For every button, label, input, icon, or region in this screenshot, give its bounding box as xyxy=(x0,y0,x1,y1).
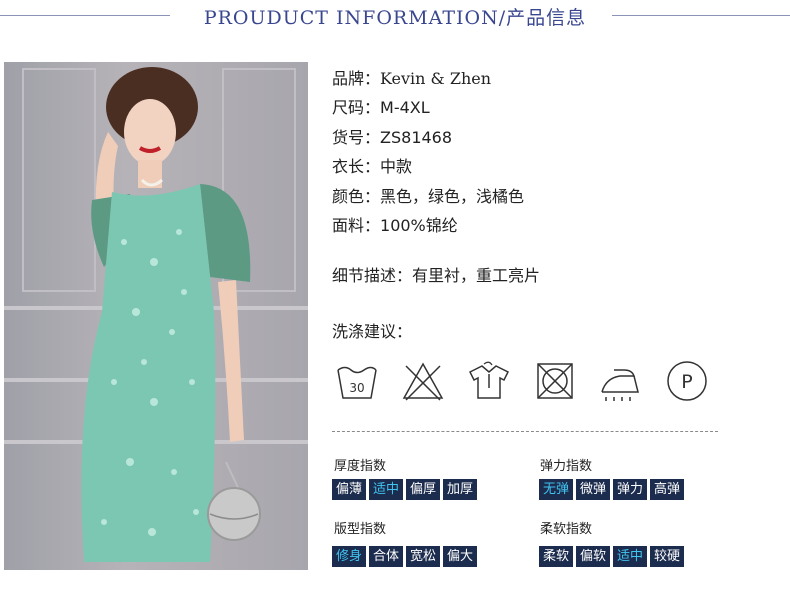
detail-description: 细节描述：有里衬，重工亮片 xyxy=(332,262,540,286)
product-photo xyxy=(4,62,308,570)
elasticity-option: 微弹 xyxy=(576,479,611,500)
hang-dry-icon xyxy=(468,361,510,399)
softness-option: 柔软 xyxy=(539,546,574,567)
info-sku-value: ZS81468 xyxy=(380,128,453,147)
fit-option: 偏大 xyxy=(443,546,478,567)
detail-key: 细节描述： xyxy=(332,266,413,285)
wash-30-icon: 30 xyxy=(337,366,377,399)
thickness-option: 偏薄 xyxy=(332,479,367,500)
elasticity-option-selected: 无弹 xyxy=(539,479,574,500)
model-illustration xyxy=(81,67,261,562)
info-brand: 品牌：Kevin & Zhen xyxy=(332,65,491,89)
softness-index-title: 柔软指数 xyxy=(540,522,593,537)
elasticity-index-title: 弹力指数 xyxy=(540,459,593,474)
elasticity-index-options: 无弹 微弹 弹力 高弹 xyxy=(539,479,685,500)
softness-option: 偏软 xyxy=(576,546,611,567)
info-size: 尺码：M-4XL xyxy=(332,94,430,118)
thickness-option-selected: 适中 xyxy=(369,479,404,500)
info-brand-key: 品牌： xyxy=(332,69,381,88)
thickness-index-options: 偏薄 适中 偏厚 加厚 xyxy=(332,479,478,500)
info-size-key: 尺码： xyxy=(332,98,381,117)
dry-clean-letter: P xyxy=(681,371,692,393)
elasticity-option: 弹力 xyxy=(613,479,648,500)
care-title: 洗涤建议： xyxy=(332,322,413,341)
section-header-title: PROUDUCT INFORMATION/产品信息 xyxy=(203,7,587,29)
dashed-divider xyxy=(332,431,718,432)
softness-option: 较硬 xyxy=(650,546,685,567)
no-tumble-dry-icon xyxy=(537,363,573,399)
info-length-key: 衣长： xyxy=(332,157,381,176)
header-rule-right xyxy=(612,15,790,16)
elasticity-option: 高弹 xyxy=(650,479,685,500)
iron-low-icon xyxy=(601,369,639,401)
thickness-option: 加厚 xyxy=(443,479,478,500)
info-fabric-value: 100%锦纶 xyxy=(380,216,458,235)
info-length-value: 中款 xyxy=(380,157,413,176)
fit-index-options: 修身 合体 宽松 偏大 xyxy=(332,546,478,567)
softness-index-options: 柔软 偏软 适中 较硬 xyxy=(539,546,685,567)
info-size-value: M-4XL xyxy=(380,98,430,117)
thickness-index-title: 厚度指数 xyxy=(334,459,387,474)
wash-temp-label: 30 xyxy=(349,381,364,395)
info-fabric: 面料：100%锦纶 xyxy=(332,212,458,236)
fit-option: 合体 xyxy=(369,546,404,567)
fit-option-selected: 修身 xyxy=(332,546,367,567)
info-sku-key: 货号： xyxy=(332,128,381,147)
info-color: 颜色：黑色，绿色，浅橘色 xyxy=(332,183,524,207)
thickness-option: 偏厚 xyxy=(406,479,441,500)
header-rule-left xyxy=(0,15,170,16)
info-fabric-key: 面料： xyxy=(332,216,381,235)
fit-index-title: 版型指数 xyxy=(334,522,387,537)
no-bleach-icon xyxy=(402,362,444,401)
info-brand-value: Kevin & Zhen xyxy=(380,69,492,88)
info-length: 衣长：中款 xyxy=(332,153,412,177)
fit-option: 宽松 xyxy=(406,546,441,567)
info-color-value: 黑色，绿色，浅橘色 xyxy=(380,187,525,206)
detail-value: 有里衬，重工亮片 xyxy=(412,266,541,285)
softness-option-selected: 适中 xyxy=(613,546,648,567)
info-sku: 货号：ZS81468 xyxy=(332,124,452,148)
info-color-key: 颜色： xyxy=(332,187,381,206)
dry-clean-p-icon: P xyxy=(667,361,707,401)
